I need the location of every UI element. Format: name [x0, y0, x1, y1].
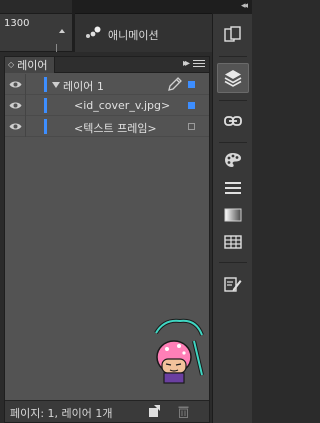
table-button[interactable] — [217, 227, 249, 257]
swatches-icon — [225, 153, 241, 167]
links-icon — [224, 116, 242, 126]
object-name: <id_cover_v.jpg> — [74, 99, 171, 112]
stroke-button[interactable] — [217, 173, 249, 203]
ruler-track — [0, 0, 72, 14]
tab-layers-label: 레이어 — [17, 59, 48, 72]
layers-panel-tabbar: ◇ 레이어 ▸▸ — [5, 57, 209, 73]
selection-marker[interactable] — [188, 81, 195, 88]
selection-marker[interactable] — [188, 123, 195, 130]
object-name: <텍스트 프레임> — [74, 122, 157, 135]
tab-reorder-icon: ◇ — [8, 60, 15, 69]
object-row[interactable]: <텍스트 프레임> — [5, 116, 209, 137]
pages-icon — [224, 26, 241, 42]
expand-triangle-icon[interactable] — [52, 82, 60, 88]
layer-color-bar — [44, 119, 47, 134]
collapse-dock-button[interactable]: ◂◂ — [241, 1, 248, 11]
layer-name: 레이어 1 — [63, 80, 104, 93]
layers-status-text: 페이지: 1, 레이어 1개 — [10, 407, 113, 420]
expand-panel-button[interactable]: ▸▸ — [183, 58, 190, 69]
object-row[interactable]: <id_cover_v.jpg> — [5, 95, 209, 116]
layer-row[interactable]: 레이어 1 — [5, 74, 209, 95]
visibility-eye-icon[interactable] — [9, 80, 22, 89]
edit-button[interactable] — [217, 269, 249, 299]
layer-color-bar — [44, 98, 47, 113]
layers-panel: ◇ 레이어 ▸▸ 레이어 1 <id_cover_v.jpg> <텍스트 프레임… — [4, 56, 210, 423]
ruler-value: 1300 — [4, 18, 30, 29]
table-icon — [224, 235, 242, 249]
animation-icon — [86, 26, 101, 38]
links-button[interactable] — [217, 106, 249, 136]
layers-button[interactable] — [217, 63, 249, 93]
layers-panel-footer: 페이지: 1, 레이어 1개 — [5, 400, 209, 422]
panel-menu-icon[interactable] — [193, 60, 205, 70]
pen-icon — [168, 77, 182, 91]
layer-color-bar — [44, 77, 47, 92]
edit-icon — [224, 277, 242, 292]
animation-panel-header — [75, 0, 212, 14]
gradient-icon — [224, 208, 242, 222]
tab-layers[interactable]: ◇ 레이어 — [5, 57, 55, 73]
layers-list: 레이어 1 <id_cover_v.jpg> <텍스트 프레임> — [5, 74, 209, 137]
animation-panel-tab[interactable]: 애니메이션 — [75, 14, 212, 52]
column-divider — [25, 74, 26, 95]
layers-icon — [224, 70, 242, 87]
animation-panel-label: 애니메이션 — [108, 29, 159, 42]
ruler-tick — [56, 44, 57, 52]
selection-marker[interactable] — [188, 102, 195, 109]
ruler: 1300 — [0, 0, 72, 52]
visibility-eye-icon[interactable] — [9, 122, 22, 131]
cartoon-sticker-image — [154, 318, 204, 384]
delete-layer-icon[interactable] — [178, 405, 189, 418]
swatches-button[interactable] — [217, 145, 249, 175]
new-layer-icon[interactable] — [148, 405, 160, 418]
icon-dock — [212, 14, 252, 423]
column-divider — [25, 116, 26, 137]
visibility-eye-icon[interactable] — [9, 101, 22, 110]
stroke-icon — [225, 182, 241, 194]
ruler-marker-icon — [59, 29, 65, 33]
dock-header: ◂◂ — [212, 0, 252, 14]
gradient-button[interactable] — [217, 200, 249, 230]
column-divider — [25, 95, 26, 116]
pages-button[interactable] — [217, 20, 249, 50]
